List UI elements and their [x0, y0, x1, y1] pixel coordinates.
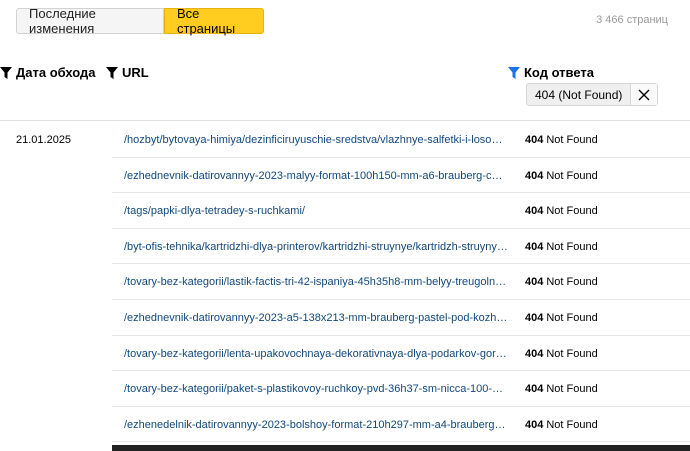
- status-code: 404: [525, 383, 544, 396]
- status-text: Not Found: [546, 169, 598, 182]
- tab-all-pages[interactable]: Все страницы: [164, 6, 264, 36]
- page-url-link[interactable]: /ezhenedelnik-datirovannyy-2023-bolshoy-…: [124, 419, 508, 431]
- table-row: /ezhednevnik-datirovannyy-2023-a5-138x21…: [112, 300, 690, 336]
- table-body: /hozbyt/bytovaya-himiya/dezinficiruyusch…: [112, 122, 690, 443]
- status-text: Not Found: [546, 383, 598, 396]
- page-url-link[interactable]: /tovary-bez-kategorii/paket-s-plastikovo…: [124, 383, 508, 395]
- page-url-link[interactable]: /hozbyt/bytovaya-himiya/dezinficiruyusch…: [124, 134, 508, 146]
- page-url-link[interactable]: /ezhednevnik-datirovannyy-2023-malyy-for…: [124, 170, 508, 182]
- response-code: 404 Not Found: [525, 170, 598, 182]
- response-code: 404 Not Found: [525, 205, 598, 217]
- status-text: Not Found: [546, 276, 598, 289]
- table-row: /byt-ofis-tehnika/kartridzhi-dlya-printe…: [112, 229, 690, 265]
- table-row: /hozbyt/bytovaya-himiya/dezinficiruyusch…: [112, 122, 690, 158]
- status-code: 404: [525, 134, 544, 146]
- table-row: /tovary-bez-kategorii/paket-s-plastikovo…: [112, 371, 690, 407]
- status-text: Not Found: [546, 134, 598, 146]
- filter-icon[interactable]: [106, 66, 118, 79]
- filter-chip: 404 (Not Found): [526, 83, 659, 106]
- response-code: 404 Not Found: [525, 134, 598, 146]
- status-text: Not Found: [546, 418, 598, 431]
- column-url-label: URL: [122, 65, 149, 80]
- response-code: 404 Not Found: [525, 312, 598, 324]
- status-code: 404: [525, 347, 544, 360]
- close-icon: [638, 89, 650, 100]
- status-text: Not Found: [546, 240, 598, 253]
- response-code: 404 Not Found: [525, 241, 598, 253]
- status-code: 404: [525, 276, 544, 289]
- status-code: 404: [525, 205, 544, 218]
- status-code: 404: [525, 240, 544, 253]
- crawl-date: 21.01.2025: [16, 134, 72, 146]
- filter-icon[interactable]: [0, 66, 12, 79]
- page-url-link[interactable]: /ezhednevnik-datirovannyy-2023-a5-138x21…: [124, 312, 508, 324]
- status-code: 404: [525, 311, 544, 324]
- column-date-label: Дата обхода: [16, 65, 96, 80]
- header-divider: [0, 120, 690, 121]
- table-row: /tovary-bez-kategorii/lastik-factis-tri-…: [112, 264, 690, 300]
- column-url[interactable]: URL: [106, 65, 149, 80]
- filter-chip-label: 404 (Not Found): [535, 87, 623, 102]
- status-text: Not Found: [546, 347, 598, 360]
- page-url-link[interactable]: /tags/papki-dlya-tetradey-s-ruchkami/: [124, 205, 508, 217]
- response-code: 404 Not Found: [525, 276, 598, 288]
- filter-chip-remove-button[interactable]: [630, 84, 658, 105]
- table-row: /ezhenedelnik-datirovannyy-2023-bolshoy-…: [112, 407, 690, 443]
- tab-recent-changes[interactable]: Последние изменения: [16, 6, 164, 36]
- bottom-scroll-edge: [112, 445, 690, 451]
- column-code-label: Код ответа: [524, 65, 595, 80]
- view-tabs: Последние изменения Все страницы: [16, 6, 264, 36]
- page-url-link[interactable]: /tovary-bez-kategorii/lastik-factis-tri-…: [124, 276, 508, 288]
- response-code: 404 Not Found: [525, 383, 598, 395]
- page-url-link[interactable]: /tovary-bez-kategorii/lenta-upakovochnay…: [124, 348, 508, 360]
- table-header: Дата обхода URL Код ответа 404 (Not Foun…: [0, 63, 690, 113]
- column-date[interactable]: Дата обхода: [0, 65, 96, 80]
- table-row: /ezhednevnik-datirovannyy-2023-malyy-for…: [112, 158, 690, 194]
- status-text: Not Found: [546, 311, 598, 324]
- pages-count: 3 466 страниц: [596, 14, 668, 26]
- filter-active-icon[interactable]: [508, 66, 520, 79]
- response-code: 404 Not Found: [525, 419, 598, 431]
- response-code: 404 Not Found: [525, 348, 598, 360]
- status-code: 404: [525, 169, 544, 182]
- table-row: /tovary-bez-kategorii/lenta-upakovochnay…: [112, 336, 690, 372]
- column-response-code[interactable]: Код ответа: [508, 65, 594, 80]
- page-url-link[interactable]: /byt-ofis-tehnika/kartridzhi-dlya-printe…: [124, 241, 508, 253]
- status-code: 404: [525, 418, 544, 431]
- table-row: /tags/papki-dlya-tetradey-s-ruchkami/ 40…: [112, 193, 690, 229]
- status-text: Not Found: [546, 205, 598, 218]
